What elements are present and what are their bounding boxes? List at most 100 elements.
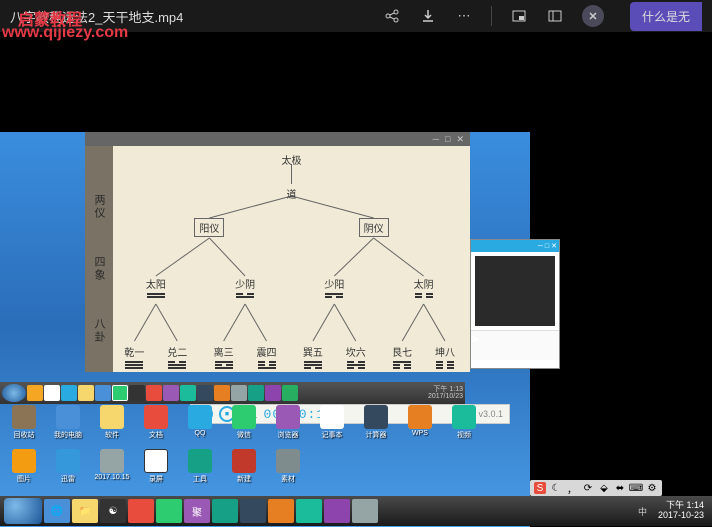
inner-tb-app-3[interactable] <box>61 385 77 401</box>
inner-tb-app-16[interactable] <box>282 385 298 401</box>
taskbar-app-5[interactable] <box>156 499 182 523</box>
outer-taskbar: 🌐 📁 ☯ 聚 中 下午 1:14 2017-10-23 <box>0 496 712 526</box>
desktop-icon[interactable]: 计算器 <box>358 405 394 447</box>
diagram-window: ─ □ ✕ 两仪 四象 八卦 <box>85 132 470 372</box>
desktop-icon[interactable]: 软件 <box>94 405 130 447</box>
desktop-icon[interactable]: 工具 <box>182 449 218 491</box>
node-taiyang: 太阳 <box>146 276 166 298</box>
node-taiyin: 太阴 <box>414 276 434 298</box>
share-icon[interactable] <box>383 7 401 25</box>
tray-network-icon[interactable]: ⬙ <box>598 482 610 494</box>
desktop-icon[interactable]: WPS <box>402 405 438 447</box>
taskbar-app-9[interactable] <box>268 499 294 523</box>
sidebar-icon[interactable] <box>546 7 564 25</box>
sidebar-liangyi: 两仪 <box>91 194 107 220</box>
desktop-icon[interactable]: 素材 <box>270 449 306 491</box>
inner-tb-app-4[interactable] <box>78 385 94 401</box>
more-icon[interactable]: ⋯ <box>455 7 473 25</box>
node-shaoyang: 少阳 <box>324 276 344 298</box>
taskbar-app-6[interactable]: 聚 <box>184 499 210 523</box>
desktop-icon[interactable]: 回收站 <box>6 405 42 447</box>
node-kun: 坤八 <box>435 344 455 369</box>
close-button[interactable] <box>582 5 604 27</box>
tray-settings-icon[interactable]: ⚙ <box>646 482 658 494</box>
right-pill-label[interactable]: 什么是无 <box>630 2 702 31</box>
desktop-icon[interactable]: 我的电脑 <box>50 405 86 447</box>
desktop-icon[interactable]: 记事本 <box>314 405 350 447</box>
secondary-footer <box>471 330 559 360</box>
ime-icon[interactable]: S <box>534 482 546 494</box>
taskbar-app-files[interactable]: 📁 <box>72 499 98 523</box>
minimize-icon[interactable]: ─ <box>433 134 439 144</box>
node-yin: 阴仪 <box>359 218 389 239</box>
inner-tb-app-7[interactable] <box>129 385 145 401</box>
inner-tb-app-8[interactable] <box>146 385 162 401</box>
taskbar-app-8[interactable] <box>240 499 266 523</box>
node-gen: 艮七 <box>392 344 412 369</box>
inner-tb-app-5[interactable] <box>95 385 111 401</box>
sidebar-sixiang: 四象 <box>91 256 107 282</box>
inner-start-button[interactable] <box>2 384 26 402</box>
diagram-body: 两仪 四象 八卦 <box>85 146 470 372</box>
node-kan: 坎六 <box>346 344 366 369</box>
inner-tb-app-12[interactable] <box>214 385 230 401</box>
tray-moon-icon[interactable]: ☾ <box>550 482 562 494</box>
tray-ime-icon[interactable]: 中 <box>638 505 650 517</box>
divider <box>491 6 492 26</box>
sw-close-icon[interactable]: ✕ <box>551 242 557 250</box>
inner-clock: 下午 1:13 2017/10/23 <box>428 386 463 400</box>
top-actions: ⋯ 什么是无 <box>383 2 702 31</box>
inner-tb-app-14[interactable] <box>248 385 264 401</box>
node-dao: 道 <box>287 186 297 203</box>
node-zhen: 震四 <box>257 344 277 369</box>
taskbar-app-4[interactable] <box>128 499 154 523</box>
taskbar-app-yinyang[interactable]: ☯ <box>100 499 126 523</box>
inner-tb-app-11[interactable] <box>197 385 213 401</box>
secondary-body <box>475 256 555 326</box>
node-taiji: 太极 <box>282 152 302 169</box>
secondary-window: ─ □ ✕ <box>470 239 560 369</box>
inner-tb-app-2[interactable] <box>44 385 60 401</box>
inner-tb-app-10[interactable] <box>180 385 196 401</box>
desktop-icon[interactable]: 2017.10.15 <box>94 449 130 491</box>
desktop-icon[interactable]: 微信 <box>226 405 262 447</box>
maximize-icon[interactable]: □ <box>445 134 450 144</box>
tray-volume-icon[interactable]: ⬌ <box>614 482 626 494</box>
desktop-icons-area: 回收站 我的电脑 软件 文档 QQ 微信 浏览器 记事本 计算器 WPS 视频 … <box>0 401 530 496</box>
inner-tb-app-6[interactable] <box>112 385 128 401</box>
start-button[interactable] <box>4 498 42 524</box>
taskbar-app-11[interactable] <box>324 499 350 523</box>
taskbar-app-browser[interactable]: 🌐 <box>44 499 70 523</box>
outer-clock[interactable]: 下午 1:14 2017-10-23 <box>654 501 708 521</box>
sw-min-icon[interactable]: ─ <box>538 243 543 250</box>
desktop-icon[interactable]: QQ <box>182 405 218 447</box>
inner-system-tray: S ☾ ， ⟳ ⬙ ⬌ ⌨ ⚙ <box>530 480 662 496</box>
secondary-titlebar: ─ □ ✕ <box>471 240 559 252</box>
inner-tb-app-15[interactable] <box>265 385 281 401</box>
desktop-icon[interactable]: 图片 <box>6 449 42 491</box>
close-icon[interactable]: ✕ <box>456 134 464 145</box>
node-xun: 巽五 <box>303 344 323 369</box>
inner-tb-app-9[interactable] <box>163 385 179 401</box>
node-yang: 阳仪 <box>194 218 224 239</box>
desktop-icon[interactable]: 视频 <box>446 405 482 447</box>
taskbar-app-7[interactable] <box>212 499 238 523</box>
pip-icon[interactable] <box>510 7 528 25</box>
tray-sync-icon[interactable]: ⟳ <box>582 482 594 494</box>
node-li: 离三 <box>214 344 234 369</box>
desktop-icon[interactable]: 文档 <box>138 405 174 447</box>
sw-max-icon[interactable]: □ <box>545 243 549 250</box>
tray-punct-icon[interactable]: ， <box>566 482 578 494</box>
desktop-icon[interactable]: 迅雷 <box>50 449 86 491</box>
desktop-icon[interactable]: 浏览器 <box>270 405 306 447</box>
inner-tb-app-1[interactable] <box>27 385 43 401</box>
taskbar-app-10[interactable] <box>296 499 322 523</box>
inner-tb-app-13[interactable] <box>231 385 247 401</box>
download-icon[interactable] <box>419 7 437 25</box>
diagram-sidebar: 两仪 四象 八卦 <box>85 146 113 372</box>
taskbar-app-12[interactable] <box>352 499 378 523</box>
desktop-icon[interactable]: 录屏 <box>138 449 174 491</box>
video-content: ─ □ ✕ 两仪 四象 八卦 <box>0 32 712 526</box>
desktop-icon[interactable]: 新建 <box>226 449 262 491</box>
tray-keyboard-icon[interactable]: ⌨ <box>630 482 642 494</box>
